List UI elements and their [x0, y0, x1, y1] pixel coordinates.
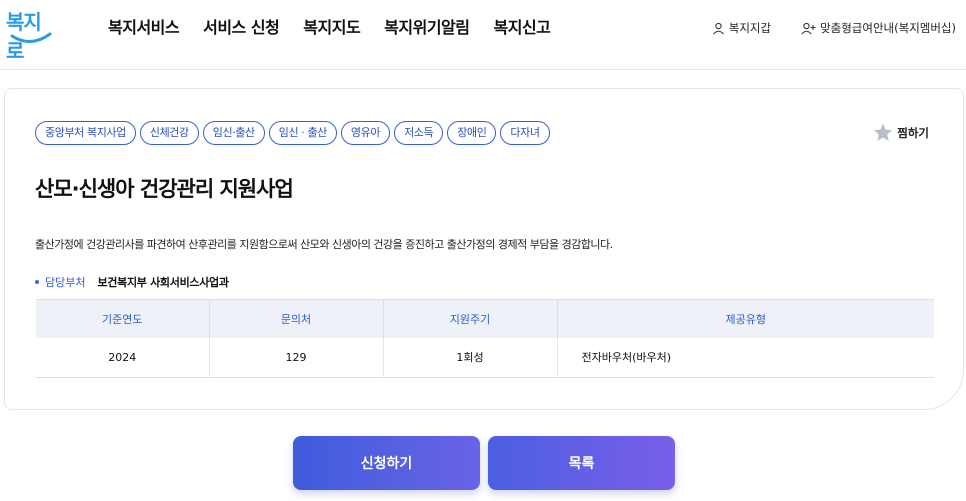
tag-item[interactable]: 임신·출산 — [202, 121, 265, 145]
nav-service-apply[interactable]: 서비스 신청 — [203, 14, 280, 38]
nav-crisis-alert[interactable]: 복지위기알림 — [384, 14, 470, 38]
wallet-link[interactable]: 복지지갑 — [712, 20, 771, 36]
star-icon — [874, 123, 893, 141]
action-buttons: 신청하기 목록 — [293, 436, 675, 490]
tag-item[interactable]: 장애인 — [447, 121, 497, 145]
logo-smile-icon — [10, 32, 52, 43]
cell-contact: 129 — [209, 337, 384, 378]
header-contact: 문의처 — [209, 299, 384, 338]
service-description: 출산가정에 건강관리사를 파견하여 산후관리를 지원함으로써 산모와 신생아의 … — [35, 238, 613, 251]
department-value: 보건복지부 사회서비스사업과 — [97, 276, 229, 289]
utility-menu: 복지지갑 맞춤형급여안내(복지멤버십) — [682, 20, 956, 36]
service-info-table: 기준연도 문의처 지원주기 제공유형 2024 129 1회성 전자바우처(바우… — [36, 299, 934, 378]
department-label: 담당부처 — [45, 276, 86, 289]
cell-base-year: 2024 — [36, 337, 210, 378]
list-button[interactable]: 목록 — [488, 436, 675, 490]
apply-button[interactable]: 신청하기 — [293, 436, 480, 490]
bookmark-button[interactable]: 찜하기 — [873, 123, 929, 142]
user-plus-icon — [801, 22, 816, 34]
tag-item[interactable]: 다자녀 — [500, 121, 550, 145]
tag-list: 중앙부처 복지사업 신체건강 임신·출산 임신 · 출산 영유아 저소득 장애인… — [35, 121, 554, 145]
cell-provision-type: 전자바우처(바우처) — [557, 337, 934, 378]
header-provision-type: 제공유형 — [557, 299, 934, 338]
tag-item[interactable]: 저소득 — [394, 121, 444, 145]
tag-item[interactable]: 중앙부처 복지사업 — [35, 121, 136, 145]
header-cycle: 지원주기 — [383, 299, 558, 338]
tag-item[interactable]: 영유아 — [340, 121, 391, 145]
site-logo[interactable]: 복지로 — [6, 6, 56, 63]
nav-welfare-service[interactable]: 복지서비스 — [108, 14, 180, 38]
nav-welfare-report[interactable]: 복지신고 — [494, 14, 551, 38]
tag-item[interactable]: 신체건강 — [139, 121, 199, 145]
service-detail-card: 중앙부처 복지사업 신체건강 임신·출산 임신 · 출산 영유아 저소득 장애인… — [4, 88, 964, 410]
tag-item[interactable]: 임신 · 출산 — [268, 121, 337, 145]
table-header-row: 기준연도 문의처 지원주기 제공유형 — [36, 299, 934, 338]
membership-label: 맞춤형급여안내(복지멤버십) — [820, 21, 956, 35]
table-row: 2024 129 1회성 전자바우처(바우처) — [36, 337, 934, 378]
bullet-dot-icon — [35, 280, 39, 284]
nav-welfare-map[interactable]: 복지지도 — [303, 14, 360, 38]
membership-link[interactable]: 맞춤형급여안내(복지멤버십) — [801, 20, 956, 36]
bookmark-label: 찜하기 — [897, 125, 929, 140]
header-base-year: 기준연도 — [36, 299, 210, 338]
wallet-label: 복지지갑 — [728, 21, 772, 35]
cell-cycle: 1회성 — [383, 337, 558, 378]
user-icon — [712, 22, 724, 34]
site-header: 복지로 복지서비스 서비스 신청 복지지도 복지위기알림 복지신고 복지지갑 맞… — [0, 0, 966, 70]
service-title: 산모·신생아 건강관리 지원사업 — [35, 177, 294, 201]
department-info: 담당부처 보건복지부 사회서비스사업과 — [35, 274, 229, 290]
main-nav: 복지서비스 서비스 신청 복지지도 복지위기알림 복지신고 — [108, 14, 574, 38]
